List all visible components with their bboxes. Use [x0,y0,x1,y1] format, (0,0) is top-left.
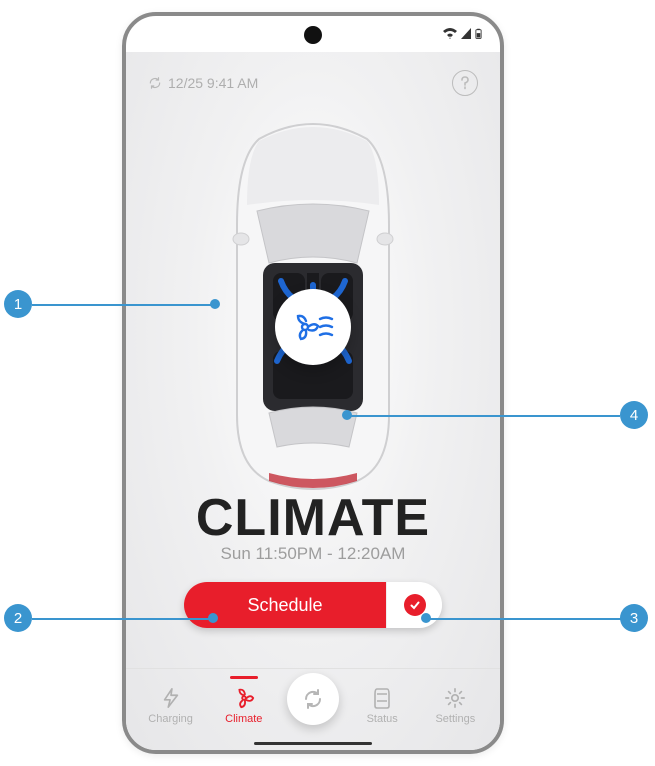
refresh-icon [301,687,325,711]
phone-frame: 12/25 9:41 AM [122,12,504,754]
callout-2: 2 [4,604,32,632]
wifi-icon [443,28,457,40]
schedule-button-label: Schedule [247,595,322,616]
tab-charging[interactable]: Charging [141,686,201,725]
tab-bar: Charging Climate Status Settings [126,668,500,736]
signal-icon [461,28,471,40]
climate-fan-button[interactable] [275,289,351,365]
help-button[interactable] [452,70,478,96]
check-icon [404,594,426,616]
schedule-time-range: Sun 11:50PM - 12:20AM [126,544,500,564]
status-bar [126,16,500,48]
status-icons [443,28,482,40]
schedule-toggle[interactable] [386,582,442,628]
tab-label: Settings [435,713,475,725]
tab-status[interactable]: Status [352,686,412,725]
tab-climate[interactable]: Climate [214,686,274,725]
tab-label: Charging [148,713,193,725]
schedule-row: Schedule [184,582,442,628]
car-front-icon [373,686,391,710]
last-sync: 12/25 9:41 AM [148,75,258,91]
gear-icon [444,687,466,709]
callout-1: 1 [4,290,32,318]
battery-icon [475,28,482,40]
fan-icon [292,310,334,344]
question-icon [460,76,470,90]
car-top-view [229,115,397,493]
tab-label: Status [367,713,398,725]
tab-label: Climate [225,713,262,725]
home-indicator [254,742,372,745]
last-sync-text: 12/25 9:41 AM [168,75,258,91]
lightning-icon [160,687,182,709]
sync-icon [148,76,162,90]
refresh-button[interactable] [287,673,339,725]
app-screen: 12/25 9:41 AM [126,52,500,750]
fan-tab-icon [233,687,255,709]
callout-4: 4 [620,401,648,429]
callout-3: 3 [620,604,648,632]
screen-title: CLIMATE [126,488,500,548]
tab-settings[interactable]: Settings [425,686,485,725]
camera-dot [304,26,322,44]
